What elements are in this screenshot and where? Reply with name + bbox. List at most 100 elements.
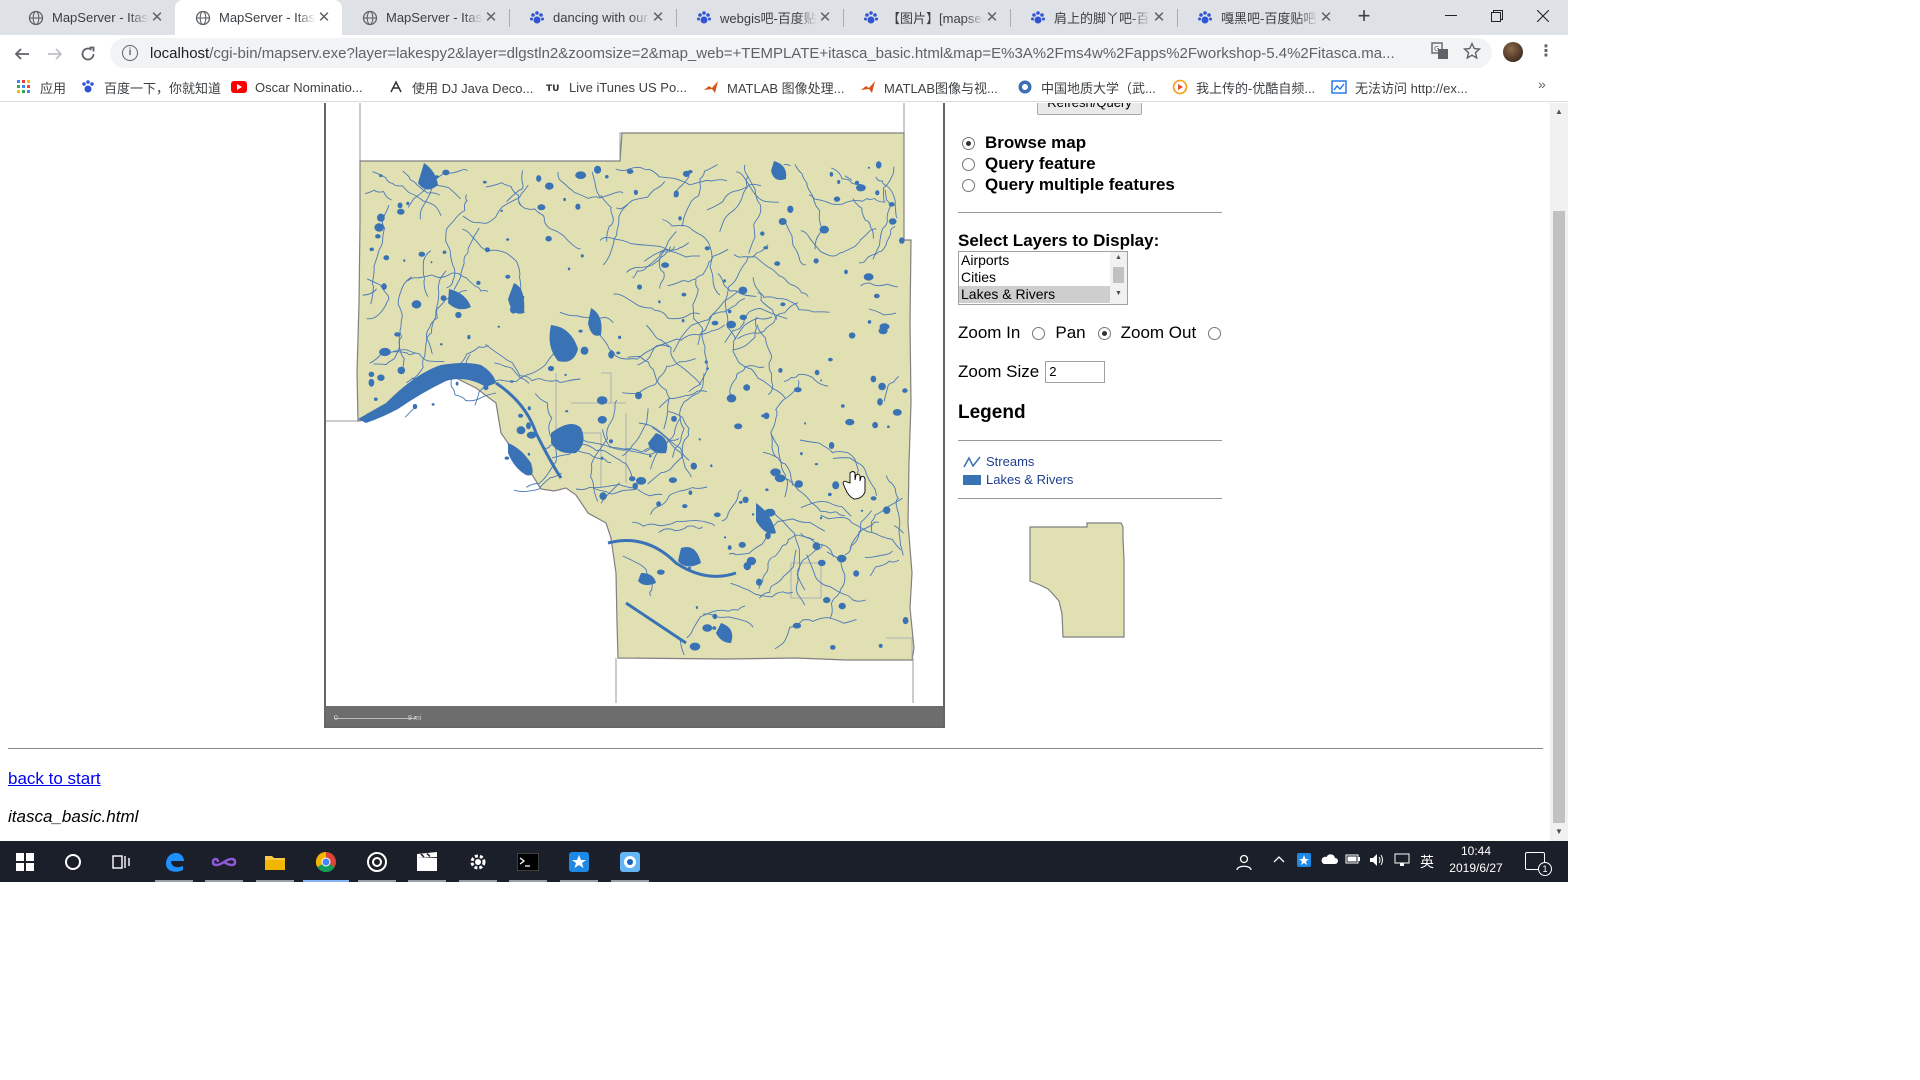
page-scrollbar[interactable]: ▲ ▼ — [1550, 103, 1568, 841]
bookmark-item[interactable]: 中国地质大学（武... — [1017, 78, 1156, 96]
restore-button[interactable] — [1474, 0, 1520, 32]
url-text[interactable]: localhost/cgi-bin/mapserv.exe?layer=lake… — [150, 45, 1420, 62]
profile-avatar[interactable] — [1503, 42, 1523, 62]
reload-button[interactable] — [74, 40, 102, 68]
browser-tab[interactable]: MapServer - Itasca✕ — [175, 0, 342, 35]
volume-icon[interactable] — [1369, 853, 1385, 870]
page-scroll-thumb[interactable] — [1553, 211, 1565, 823]
browser-menu-icon[interactable]: ⋮ — [1538, 44, 1554, 60]
browser-tab[interactable]: 肩上的脚丫吧-百度✕ — [1010, 0, 1177, 35]
network-tool-icon[interactable] — [605, 841, 655, 882]
layer-option-airports[interactable]: Airports — [959, 252, 1111, 269]
people-icon[interactable] — [1235, 853, 1253, 874]
back-to-start-link[interactable]: back to start — [8, 769, 101, 789]
tab-title: webgis吧-百度贴吧 — [720, 11, 817, 26]
ime-indicator[interactable]: 英 — [1420, 852, 1434, 872]
bookmark-star-icon[interactable] — [1463, 42, 1481, 60]
map-panel[interactable]: 0 9 mi — [324, 103, 945, 728]
zoom-out-radio[interactable] — [1208, 326, 1222, 340]
browser-toolbar: i localhost/cgi-bin/mapserv.exe?layer=la… — [0, 35, 1568, 72]
scroll-up-icon[interactable]: ▲ — [1115, 254, 1122, 261]
show-hidden-icons-icon[interactable] — [1273, 853, 1285, 868]
query-feature-radio[interactable] — [962, 157, 975, 171]
network-icon[interactable] — [1394, 853, 1410, 870]
taskbar-clock[interactable]: 10:44 2019/6/27 — [1438, 843, 1514, 877]
browse-map-radio[interactable] — [962, 136, 975, 150]
tab-close-icon[interactable]: ✕ — [149, 9, 165, 26]
bookmark-label: Oscar Nominatio... — [255, 79, 363, 95]
tab-close-icon[interactable]: ✕ — [817, 9, 833, 26]
more-bookmarks-icon[interactable]: » — [1538, 76, 1546, 92]
layer-option-cities[interactable]: Cities — [959, 269, 1111, 286]
bookmark-item[interactable]: 百度一下，你就知道 — [80, 78, 221, 96]
tab-close-icon[interactable]: ✕ — [316, 9, 332, 26]
browser-tab[interactable]: 【图片】[mapserver✕ — [843, 0, 1010, 35]
media-player-icon[interactable] — [352, 841, 402, 882]
new-tab-button[interactable]: + — [1352, 5, 1376, 29]
browser-tab[interactable]: 嘎黑吧-百度贴吧-- ✕ — [1177, 0, 1344, 35]
tab-close-icon[interactable]: ✕ — [984, 9, 1000, 26]
bookmark-item[interactable]: 应用 — [16, 78, 66, 96]
small-lake — [867, 320, 872, 324]
video-editor-icon[interactable] — [402, 841, 452, 882]
map-image[interactable] — [326, 103, 943, 706]
infinity-app-icon[interactable] — [199, 841, 249, 882]
edge-icon[interactable] — [149, 841, 199, 882]
layers-listbox[interactable]: Airports Cities Lakes & Rivers ▲ ▼ — [958, 251, 1128, 305]
bookmark-item[interactable]: TU Live iTunes US Po... — [545, 78, 687, 96]
browser-tab[interactable]: MapServer - Itasca✕ — [8, 0, 175, 35]
mode-browse-map[interactable]: Browse map — [962, 133, 1086, 153]
app-tray-icon[interactable] — [1297, 853, 1311, 870]
query-multiple-radio[interactable] — [962, 178, 975, 192]
page-scroll-down-icon[interactable]: ▼ — [1554, 827, 1564, 837]
small-lake — [500, 209, 503, 213]
tab-title: 肩上的脚丫吧-百度 — [1054, 11, 1151, 26]
small-lake — [497, 325, 501, 328]
tab-close-icon[interactable]: ✕ — [1151, 9, 1167, 26]
bookmark-item[interactable]: MATLAB 图像处理... — [703, 78, 845, 96]
bookmark-item[interactable]: 无法访问 http://ex... — [1331, 78, 1468, 96]
listbox-scroll-thumb[interactable] — [1113, 267, 1124, 283]
bookmark-item[interactable]: Oscar Nominatio... — [231, 78, 363, 96]
onedrive-icon[interactable] — [1320, 853, 1338, 868]
minimize-button[interactable] — [1428, 0, 1474, 32]
small-lake — [596, 396, 608, 405]
zoom-size-input[interactable]: 2 — [1045, 361, 1106, 383]
browser-tab[interactable]: webgis吧-百度贴吧✕ — [676, 0, 843, 35]
windows-start-icon[interactable] — [0, 841, 50, 882]
settings-gear-icon[interactable] — [453, 841, 503, 882]
zoom-in-radio[interactable] — [1032, 326, 1046, 340]
page-content: 0 9 mi Refresh/Query Browse map Query fe… — [0, 103, 1550, 841]
battery-icon[interactable] — [1345, 853, 1361, 868]
translate-icon[interactable]: G — [1431, 42, 1449, 60]
bookmark-item[interactable]: 我上传的-优酷自频... — [1172, 78, 1315, 96]
close-window-button[interactable] — [1520, 0, 1566, 32]
cortana-search-icon[interactable] — [48, 841, 98, 882]
pan-radio[interactable] — [1097, 326, 1111, 340]
forward-button[interactable] — [41, 40, 69, 68]
terminal-icon[interactable] — [503, 841, 553, 882]
back-button[interactable] — [8, 40, 36, 68]
reference-map[interactable] — [1028, 519, 1154, 639]
bookmark-item[interactable]: MATLAB图像与视... — [860, 78, 998, 96]
app-blue-icon[interactable] — [554, 841, 604, 882]
mode-query-feature[interactable]: Query feature — [962, 154, 1096, 174]
small-lake — [527, 406, 531, 411]
address-bar[interactable]: i localhost/cgi-bin/mapserv.exe?layer=la… — [110, 38, 1492, 68]
tab-close-icon[interactable]: ✕ — [650, 9, 666, 26]
refresh-query-button[interactable]: Refresh/Query — [1037, 103, 1142, 115]
mode-query-multiple[interactable]: Query multiple features — [962, 175, 1175, 195]
tab-close-icon[interactable]: ✕ — [483, 9, 499, 26]
scroll-down-icon[interactable]: ▼ — [1115, 290, 1122, 297]
task-view-icon[interactable] — [97, 841, 147, 882]
browser-tab[interactable]: dancing with our ✕ — [509, 0, 676, 35]
page-scroll-up-icon[interactable]: ▲ — [1554, 107, 1564, 117]
bookmark-item[interactable]: 使用 DJ Java Deco... — [388, 78, 533, 96]
site-info-icon[interactable]: i — [122, 45, 138, 61]
chrome-icon[interactable] — [301, 841, 351, 882]
listbox-scrollbar[interactable]: ▲ ▼ — [1110, 252, 1127, 304]
file-explorer-icon[interactable] — [250, 841, 300, 882]
tab-close-icon[interactable]: ✕ — [1318, 9, 1334, 26]
browser-tab[interactable]: MapServer - Itasca✕ — [342, 0, 509, 35]
layer-option-lakes-rivers[interactable]: Lakes & Rivers — [959, 286, 1111, 303]
